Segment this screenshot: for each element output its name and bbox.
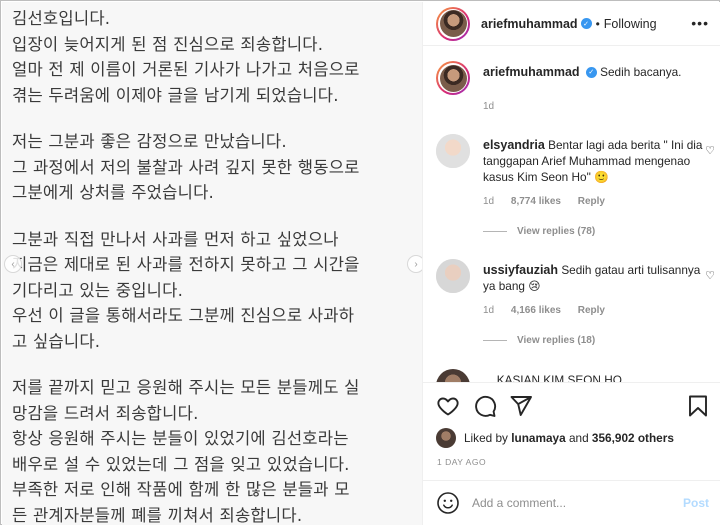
post-text-line: 저는 그분과 좋은 감정으로 만났습니다. [12,132,287,151]
post-text-line: 얼마 전 제 이름이 거론된 기사가 나가고 처음으로 [12,60,360,79]
instagram-post-frame: 김선호입니다. 입장이 늦어지게 된 점 진심으로 죄송합니다. 얼마 전 제 이름… [0,0,720,525]
comments-list: ariefmuhammad ✓ Sedih bacanya. 1d elsyan… [423,47,720,382]
post-text-line: 그 과정에서 저의 불찰과 사려 깊지 못한 행동으로 [12,157,360,177]
post-text-line: 지금은 제대로 된 사과를 전하지 못하고 그 시간을 [12,255,360,274]
post-header: ariefmuhammad ✓ • Following ••• [423,2,720,46]
post-text-line: 그분에게 상처를 주었습니다. [12,183,215,202]
more-horizontal-icon[interactable]: ••• [691,16,709,30]
likes-summary: Liked by lunamaya and 356,902 others [436,428,674,448]
comment-age: 1d [483,196,495,207]
likes-count[interactable]: 356,902 others [592,431,674,445]
post-text-line: 고 싶습니다. [12,331,101,351]
verified-badge-icon: ✓ [585,67,597,79]
comment-meta: 1d 8,774 likes Reply [483,196,619,207]
comment-bubble-icon[interactable] [473,394,497,418]
post-text-gap [12,354,417,375]
comment-meta: 1d 4,166 likes Reply [483,305,619,316]
comment-body: elsyandria Bentar lagi ada berita " Ini … [483,137,703,185]
liker-username[interactable]: lunamaya [511,431,565,445]
reply-button[interactable]: Reply [578,196,605,207]
commenter-avatar[interactable] [436,369,470,382]
save-bookmark-icon[interactable] [686,394,710,418]
comment-age: 1d [483,305,495,316]
action-bar [423,382,720,427]
comment-username[interactable]: ... [483,373,493,382]
commenter-avatar[interactable] [436,259,470,293]
comment-likes-count[interactable]: 8,774 likes [511,196,561,207]
commenter-avatar[interactable] [436,134,470,168]
reply-button[interactable]: Reply [578,305,605,316]
prev-image-arrow-icon[interactable]: ‹ [4,255,22,273]
view-replies-label: View replies (18) [517,335,596,346]
emoji-smiley-icon[interactable] [436,491,460,515]
post-image[interactable]: 김선호입니다. 입장이 늦어지게 된 점 진심으로 죄송합니다. 얼마 전 제 이름… [2,2,422,525]
author-info: ariefmuhammad ✓ • Following [481,17,657,31]
post-text-line: 항상 응원해 주시는 분들이 있었기에 김선호라는 [12,429,349,448]
caption-text: Sedih bacanya. [600,65,682,79]
post-text-gap [12,108,417,129]
share-paper-plane-icon[interactable] [509,394,533,418]
comment-username[interactable]: elsyandria [483,138,545,152]
view-replies-label: View replies (78) [517,226,596,237]
post-comment-button[interactable]: Post [683,496,709,510]
comment-like-heart-icon[interactable]: ♡ [705,269,715,282]
post-text-image: 김선호입니다. 입장이 늦어지게 된 점 진심으로 죄송합니다. 얼마 전 제 이름… [12,6,417,525]
add-comment-input[interactable] [472,496,672,510]
post-text-line: 겪는 두려움에 이제야 글을 남기게 되었습니다. [12,85,339,105]
post-text-line: 저를 끝까지 믿고 응원해 주시는 모든 분들께도 실 [12,378,360,397]
likes-middle: and [568,431,589,445]
post-text-line: 우선 이 글을 통해서라도 그분께 진심으로 사과하 [12,306,355,325]
post-text-line: 부족한 저로 인해 작품에 함께 한 많은 분들과 모 [12,480,350,499]
comment-text: KASIAN KIM SEON HO [496,373,622,382]
caption-username[interactable]: ariefmuhammad [483,65,580,79]
header-separator: • [595,16,600,31]
like-heart-icon[interactable] [436,394,460,418]
comment-body: ussiyfauziah Sedih gatau arti tulisannya… [483,262,703,294]
view-replies-button[interactable]: View replies (78) [483,226,595,237]
comment-like-heart-icon[interactable]: ♡ [705,144,715,157]
likes-prefix: Liked by [464,431,508,445]
post-text-line: 망감을 드려서 죄송합니다. [12,403,199,423]
caption-avatar[interactable] [436,61,470,95]
post-text-line: 기다리고 있는 중입니다. [12,280,184,300]
next-image-arrow-icon[interactable]: › [407,255,422,273]
comment-likes-count[interactable]: 4,166 likes [511,305,561,316]
comment-body: ... KASIAN KIM SEON HO [483,372,703,382]
post-text-line: 김선호입니다. [12,9,111,28]
caption-body: ariefmuhammad ✓ Sedih bacanya. [483,64,703,80]
post-text-line: 그분과 직접 만나서 사과를 먼저 하고 싶었으나 [12,229,339,249]
post-text-gap [12,206,417,227]
replies-divider [483,340,507,341]
follow-status-button[interactable]: Following [604,17,657,31]
post-text-line: 입장이 늦어지게 된 점 진심으로 죄송합니다. [12,34,324,54]
verified-badge-icon: ✓ [580,18,592,29]
post-text-line: 든 관계자분들께 폐를 끼쳐서 죄송합니다. [12,505,303,525]
caption-meta: 1d [483,101,508,112]
liker-avatar[interactable] [436,428,456,448]
comment-username[interactable]: ussiyfauziah [483,263,558,277]
post-text-line: 배우로 설 수 있었는데 그 점을 잊고 있었습니다. [12,454,350,474]
add-comment-bar: Post [423,480,720,525]
post-side-panel: ariefmuhammad ✓ • Following ••• ariefmuh… [422,2,720,525]
caption-age: 1d [483,101,495,112]
view-replies-button[interactable]: View replies (18) [483,335,595,346]
post-timestamp[interactable]: 1 DAY AGO [437,457,486,467]
author-avatar[interactable] [436,6,470,41]
replies-divider [483,231,507,232]
author-username[interactable]: ariefmuhammad [481,17,578,31]
